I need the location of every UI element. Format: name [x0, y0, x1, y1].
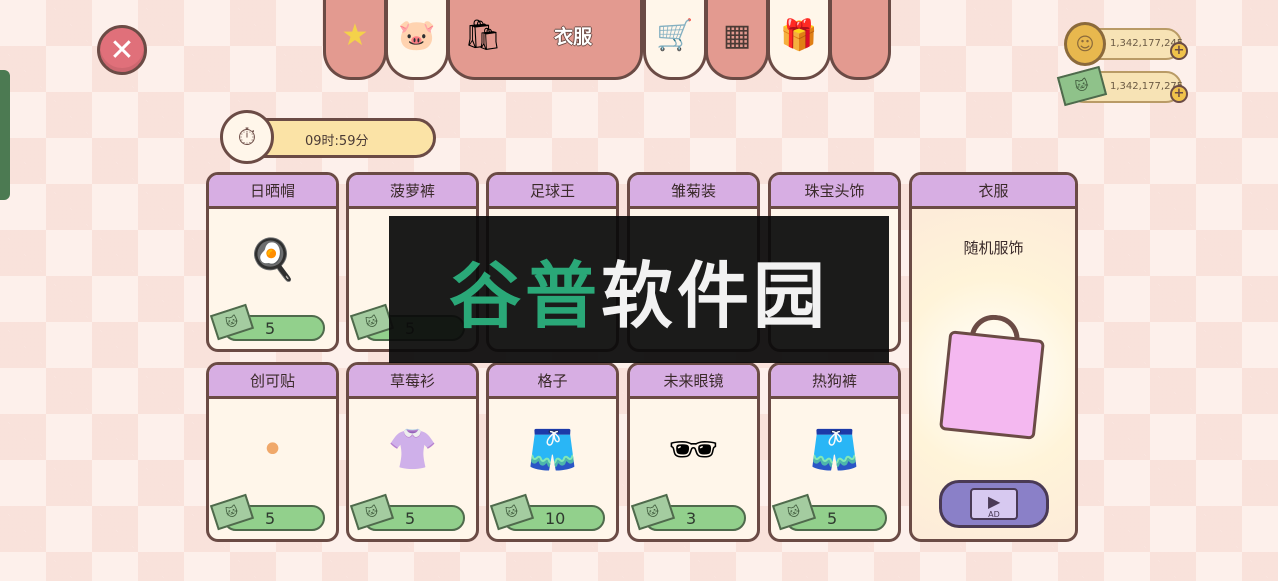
price-button[interactable]: 🐱 10 — [489, 493, 605, 531]
video-ad-icon: AD — [970, 488, 1018, 520]
left-edge-handle — [0, 70, 10, 200]
tab-floor[interactable]: ▦ — [705, 0, 769, 80]
item-name: 未来眼镜 — [630, 365, 757, 399]
item-name: 日晒帽 — [209, 175, 336, 209]
piggy-bank-icon: 🐷 — [398, 17, 436, 53]
close-button[interactable]: ✕ — [97, 25, 147, 75]
price-button[interactable]: 🐱 5 — [771, 493, 887, 531]
price-button[interactable]: 🐱 5 — [209, 303, 325, 341]
sun-hat-icon: 🍳 — [247, 237, 298, 283]
random-clothes-card[interactable]: 衣服 随机服饰 AD — [909, 172, 1078, 542]
shop-item-card[interactable]: 热狗裤 🩳 🐱 5 — [768, 362, 901, 542]
cash-icon: 🐱 — [1056, 65, 1108, 107]
watermark-overlay: 谷普 软件园 — [389, 216, 889, 363]
price-value: 5 — [265, 319, 276, 338]
stopwatch-icon: ⏱ — [220, 110, 274, 164]
price-value: 10 — [545, 509, 566, 528]
item-name: 菠萝裤 — [349, 175, 476, 209]
tab-extra[interactable] — [829, 0, 891, 80]
shop-item-card[interactable]: 创可贴 • 🐱 5 — [206, 362, 339, 542]
random-card-subtitle: 随机服饰 — [963, 239, 1024, 257]
item-name: 雏菊装 — [630, 175, 757, 209]
tab-clothes-label: 衣服 — [554, 26, 593, 48]
watermark-text-green: 谷普 — [448, 254, 601, 338]
tab-favorites[interactable]: ★ — [323, 0, 387, 80]
price-button[interactable]: 🐱 5 — [209, 493, 325, 531]
cash-icon: 🐱 — [349, 303, 395, 341]
gift-box-icon: 🎁 — [780, 17, 818, 53]
hotdog-pants-icon: 🩳 — [809, 427, 860, 473]
cash-icon: 🐱 — [771, 493, 817, 531]
coin-icon: ☺ — [1064, 22, 1106, 66]
price-value: 5 — [405, 509, 416, 528]
item-name: 格子 — [489, 365, 616, 399]
plaid-shorts-icon: 🩳 — [527, 427, 578, 473]
price-button[interactable]: 🐱 5 — [349, 493, 465, 531]
shopping-cart-icon: 🛒 — [656, 17, 694, 53]
cash-icon: 🐱 — [349, 493, 395, 531]
strawberry-shirt-icon: 👚 — [387, 427, 438, 473]
price-value: 3 — [686, 509, 697, 528]
cash-icon: 🐱 — [209, 493, 255, 531]
tab-clothes[interactable]: 🛍 衣服 — [447, 0, 643, 80]
cash-icon: 🐱 — [209, 303, 255, 341]
price-value: 5 — [827, 509, 838, 528]
random-card-title: 衣服 — [912, 175, 1075, 209]
tab-savings[interactable]: 🐷 — [385, 0, 449, 80]
cash-balance: 🐱 1,342,177,275 + — [1056, 65, 1188, 107]
timer-text: 09时:59分 — [305, 134, 369, 149]
shop-item-card[interactable]: 日晒帽 🍳 🐱 5 — [206, 172, 339, 352]
watermark-text-white: 软件园 — [601, 254, 830, 338]
bandage-icon: • — [260, 427, 285, 473]
item-name: 足球王 — [489, 175, 616, 209]
shopping-bag-icon — [939, 330, 1045, 440]
item-name: 热狗裤 — [771, 365, 898, 399]
ad-label: AD — [988, 510, 1000, 519]
shopping-bag-icon: 🛍 — [464, 17, 503, 53]
floor-tiles-icon: ▦ — [722, 17, 752, 53]
cash-icon: 🐱 — [489, 493, 535, 531]
watch-ad-button[interactable]: AD — [939, 480, 1049, 528]
item-name: 珠宝头饰 — [771, 175, 898, 209]
future-glasses-icon: 🕶 — [668, 427, 719, 473]
add-coins-button[interactable]: + — [1170, 42, 1188, 60]
price-value: 5 — [265, 509, 276, 528]
star-icon: ★ — [341, 17, 369, 53]
item-name: 创可贴 — [209, 365, 336, 399]
shop-item-card[interactable]: 草莓衫 👚 🐱 5 — [346, 362, 479, 542]
tab-gifts[interactable]: 🎁 — [767, 0, 831, 80]
cash-icon: 🐱 — [630, 493, 676, 531]
add-cash-button[interactable]: + — [1170, 85, 1188, 103]
shop-item-card[interactable]: 未来眼镜 🕶 🐱 3 — [627, 362, 760, 542]
shop-item-card[interactable]: 格子 🩳 🐱 10 — [486, 362, 619, 542]
item-name: 草莓衫 — [349, 365, 476, 399]
close-icon: ✕ — [109, 32, 135, 68]
price-button[interactable]: 🐱 3 — [630, 493, 746, 531]
coin-balance: ☺ 1,342,177,245 + — [1064, 22, 1188, 66]
tab-cart[interactable]: 🛒 — [643, 0, 707, 80]
